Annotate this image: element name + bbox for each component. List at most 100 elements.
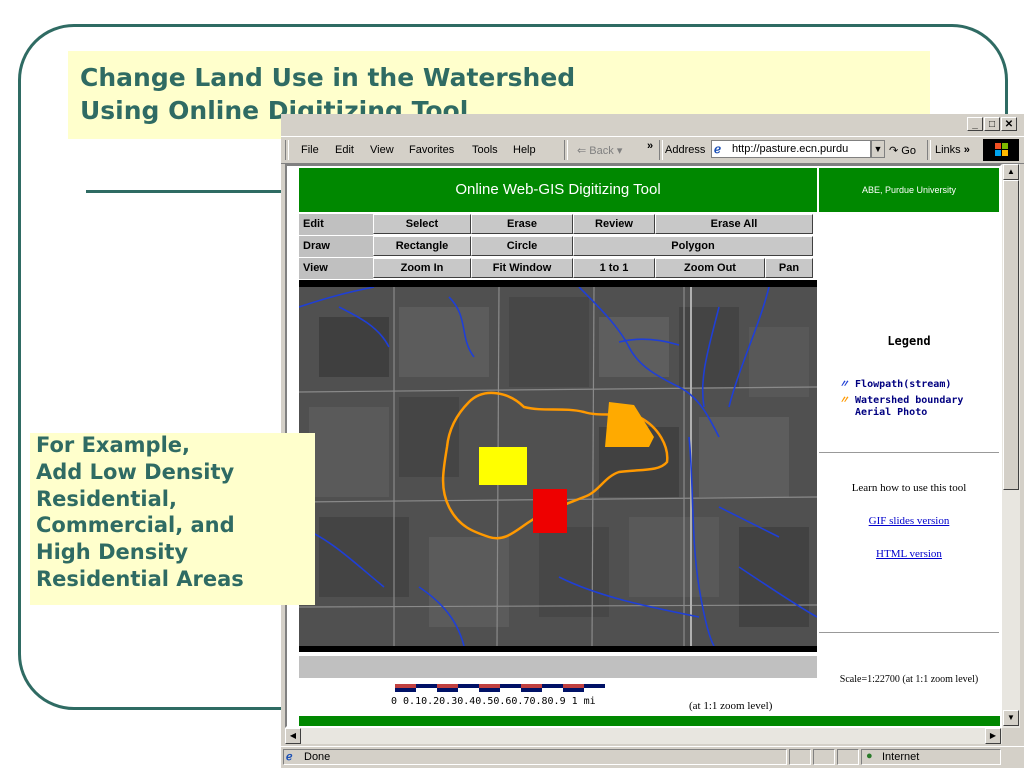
map-panel[interactable] [299,280,817,652]
tool-title-bar: Online Web-GIS Digitizing Tool [299,168,817,212]
status-zone-pane: ● Internet [861,749,1001,765]
go-label: Go [901,145,916,157]
scroll-up-icon[interactable]: ▲ [1003,164,1019,180]
go-button[interactable]: ↷ Go [889,144,916,157]
toolbar-separator [564,140,568,160]
address-dropdown-button[interactable]: ▼ [871,140,885,158]
scroll-left-icon[interactable]: ◀ [285,728,301,744]
scale-numbers: 0 0.10.20.30.40.50.60.70.80.9 1 mi [391,696,596,707]
row-label-edit: Edit [299,214,373,235]
menu-view[interactable]: View [370,144,394,156]
toolbar-chevron[interactable]: » [647,140,653,152]
low-density-residential-area [479,447,527,485]
windows-logo-icon [983,139,1019,161]
back-button[interactable]: ⇐ Back ▾ [577,144,622,157]
legend-aerial-photo: Aerial Photo [855,407,928,418]
address-label: Address [665,144,706,156]
circle-button[interactable]: Circle [471,236,573,256]
status-pane-empty [837,749,859,765]
menu-file[interactable]: File [301,144,319,156]
polygon-button[interactable]: Polygon [573,236,813,256]
select-button[interactable]: Select [373,214,471,234]
links-button[interactable]: Links » [935,144,970,156]
zoom-in-button[interactable]: Zoom In [373,258,471,278]
footer-bar [299,716,1000,726]
menu-tools[interactable]: Tools [472,144,498,156]
menu-help[interactable]: Help [513,144,536,156]
legend-watershed: 〃 Watershed boundary [839,391,963,406]
scroll-thumb[interactable] [1003,180,1019,490]
toolbar-separator [927,140,931,160]
boundary-line-icon: 〃 [839,395,849,406]
high-density-residential-area [533,489,567,533]
callout-line: Residential Areas [36,566,244,591]
callout-line: Residential, [36,486,177,511]
org-label: ABE, Purdue University [819,168,999,212]
vertical-scrollbar[interactable]: ▲ ▼ [1002,164,1020,728]
window-title-bar: _ □ ✕ [281,114,1024,136]
back-arrow-icon: ⇐ [577,145,587,157]
page-content: Online Web-GIS Digitizing Tool ABE, Purd… [285,164,1002,728]
slide-title-line-1: Change Land Use in the Watershed [80,63,576,92]
zoom-out-button[interactable]: Zoom Out [655,258,765,278]
scale-divider [819,632,999,633]
address-value: http://pasture.ecn.purdu [732,143,849,155]
close-icon[interactable]: ✕ [1001,117,1017,131]
legend-flowpath-label: Flowpath(stream) [855,379,952,390]
links-chevron: » [963,144,970,156]
erase-all-button[interactable]: Erase All [655,214,813,234]
scroll-right-icon[interactable]: ▶ [985,728,1001,744]
status-bar: ℯ Done ● Internet [281,746,1024,769]
zoom-note: (at 1:1 zoom level) [689,700,773,712]
menu-edit[interactable]: Edit [335,144,354,156]
minimize-icon[interactable]: _ [967,117,983,131]
review-button[interactable]: Review [573,214,655,234]
callout-text: For Example, Add Low Density Residential… [36,432,326,593]
menu-favorites[interactable]: Favorites [409,144,454,156]
legend-title: Legend [887,334,931,348]
status-main-pane: ℯ Done [283,749,787,765]
title-rule [86,190,286,193]
row-label-draw: Draw [299,236,373,257]
toolbar-separator [659,140,663,160]
callout-line: High Density [36,540,189,565]
maximize-icon[interactable]: □ [984,117,1000,131]
zone-text: Internet [882,751,920,763]
fit-window-button[interactable]: Fit Window [471,258,573,278]
ie-page-icon: ℯ [714,142,722,156]
browser-window: _ □ ✕ File Edit View Favorites Tools Hel… [281,114,1024,768]
scale-bar-area: 0 0.10.20.30.40.50.60.70.80.9 1 mi (at 1… [299,680,817,716]
scroll-down-icon[interactable]: ▼ [1003,710,1019,726]
erase-button[interactable]: Erase [471,214,573,234]
address-input[interactable]: ℯ http://pasture.ecn.purdu [711,140,871,158]
ie-status-icon: ℯ [286,751,293,763]
status-text: Done [304,751,331,763]
scale-bar [395,684,605,692]
callout-line: For Example, [36,433,190,457]
legend-watershed-label: Watershed boundary [855,395,964,406]
horizontal-scrollbar[interactable]: ◀ ▶ [285,728,1002,744]
learn-text: Learn how to use this tool [851,482,967,494]
status-pane-empty [789,749,811,765]
pan-button[interactable]: Pan [765,258,813,278]
legend-flowpath: 〃 Flowpath(stream) [839,375,951,390]
legend-divider [819,452,999,453]
globe-icon: ● [866,750,873,762]
callout-line: Commercial, and [36,513,235,538]
go-arrow-icon: ↷ [889,145,899,157]
html-version-link[interactable]: HTML version [819,548,999,560]
back-label: Back [589,145,614,157]
rectangle-button[interactable]: Rectangle [373,236,471,256]
callout-line: Add Low Density [36,459,235,484]
stream-line-icon: 〃 [839,379,849,390]
map-status-bar [299,656,817,678]
gif-slides-link[interactable]: GIF slides version [819,515,999,527]
status-pane-empty [813,749,835,765]
one-to-one-button[interactable]: 1 to 1 [573,258,655,278]
legend-panel: Legend 〃 Flowpath(stream) 〃 Watershed bo… [819,212,999,714]
menu-toolbar: File Edit View Favorites Tools Help ⇐ Ba… [281,136,1024,164]
back-dropdown-icon: ▾ [616,145,623,157]
links-label: Links [935,144,961,156]
aerial-photo-map[interactable] [299,287,817,646]
toolbar-grip [285,140,289,160]
